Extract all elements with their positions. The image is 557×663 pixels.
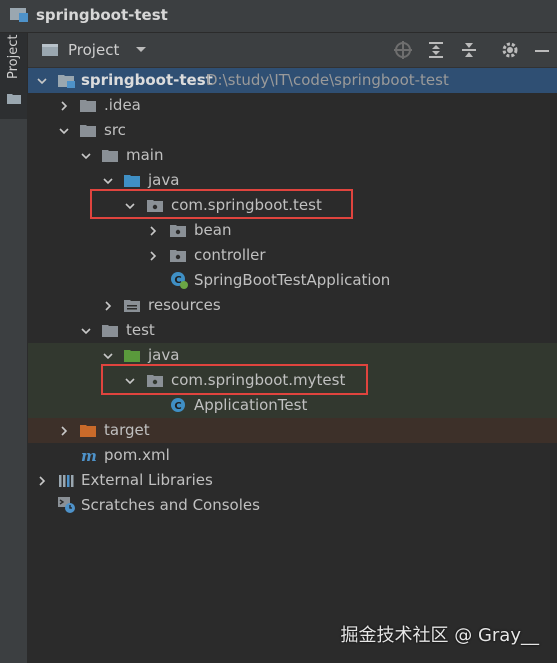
- annotation-box-main-package: [90, 189, 353, 219]
- tree-node-bean[interactable]: bean: [28, 218, 557, 243]
- chevron-down-icon[interactable]: [102, 175, 114, 187]
- chevron-right-icon[interactable]: [147, 250, 159, 262]
- root-name: springboot-test: [81, 71, 213, 89]
- left-tool-strip: Project: [0, 33, 28, 663]
- project-tool-tab-label: Project: [6, 34, 21, 79]
- libraries-icon: [59, 475, 74, 487]
- project-tree: springboot-test D:\study\IT\code\springb…: [28, 68, 557, 663]
- folder-icon: [80, 125, 96, 137]
- tree-node-pom[interactable]: m pom.xml: [28, 443, 557, 468]
- chevron-down-icon[interactable]: [80, 150, 92, 162]
- tree-label-src: src: [104, 121, 126, 139]
- project-toolbar: Project: [28, 33, 557, 68]
- project-view-icon: [42, 44, 58, 56]
- package-icon: [170, 250, 186, 262]
- chevron-down-icon[interactable]: [36, 75, 48, 87]
- tree-label-external-libraries: External Libraries: [81, 471, 213, 489]
- svg-text:C: C: [174, 401, 181, 412]
- tree-label-main-class: SpringBootTestApplication: [194, 271, 391, 289]
- chevron-down-icon[interactable]: [135, 46, 147, 54]
- expand-all-icon[interactable]: [426, 40, 446, 60]
- folder-icon: [102, 150, 118, 162]
- minimize-icon[interactable]: [532, 40, 552, 60]
- tree-node-controller[interactable]: controller: [28, 243, 557, 268]
- svg-text:m: m: [81, 448, 97, 463]
- tree-label-target: target: [104, 421, 150, 439]
- tree-node-root[interactable]: springboot-test D:\study\IT\code\springb…: [28, 68, 557, 93]
- tree-node-src[interactable]: src: [28, 118, 557, 143]
- chevron-right-icon[interactable]: [58, 100, 70, 112]
- annotation-box-test-package: [101, 364, 368, 395]
- project-icon: [10, 8, 28, 22]
- view-selector-label[interactable]: Project: [68, 41, 119, 59]
- chevron-right-icon[interactable]: [147, 225, 159, 237]
- tree-node-main[interactable]: main: [28, 143, 557, 168]
- root-path: D:\study\IT\code\springboot-test: [206, 71, 449, 89]
- test-source-folder-icon: [124, 350, 140, 362]
- tree-node-scratches[interactable]: Scratches and Consoles: [28, 493, 557, 518]
- module-folder-icon: [58, 75, 75, 88]
- chevron-down-icon[interactable]: [58, 125, 70, 137]
- tree-node-resources[interactable]: resources: [28, 293, 557, 318]
- title-bar: springboot-test: [0, 0, 557, 33]
- folder-icon: [102, 325, 118, 337]
- tree-label-idea: .idea: [104, 96, 141, 114]
- collapse-all-icon[interactable]: [459, 40, 479, 60]
- locate-icon[interactable]: [393, 40, 413, 60]
- package-icon: [170, 225, 186, 237]
- chevron-down-icon[interactable]: [102, 350, 114, 362]
- tree-label-test: test: [126, 321, 155, 339]
- tree-label-scratches: Scratches and Consoles: [81, 496, 260, 514]
- tree-node-target[interactable]: target: [28, 418, 557, 443]
- scratches-icon: [58, 497, 75, 513]
- excluded-folder-icon: [80, 425, 96, 437]
- project-panel: Project springboot-test D:\study\IT\code…: [28, 33, 557, 663]
- watermark: 掘金技术社区 @ Gray__: [340, 625, 539, 646]
- tree-label-bean: bean: [194, 221, 232, 239]
- chevron-right-icon[interactable]: [36, 475, 48, 487]
- tree-node-idea[interactable]: .idea: [28, 93, 557, 118]
- tree-node-main-class[interactable]: C SpringBootTestApplication: [28, 268, 557, 293]
- tree-label-test-class: ApplicationTest: [194, 396, 308, 414]
- chevron-right-icon[interactable]: [102, 300, 114, 312]
- gear-icon[interactable]: [500, 40, 520, 60]
- maven-file-icon: m: [81, 448, 97, 463]
- chevron-right-icon[interactable]: [58, 425, 70, 437]
- spring-boot-class-icon: C: [171, 272, 188, 289]
- tree-node-test-class[interactable]: C ApplicationTest: [28, 393, 557, 418]
- tree-node-test[interactable]: test: [28, 318, 557, 343]
- tree-node-external-libraries[interactable]: External Libraries: [28, 468, 557, 493]
- tree-label-main: main: [126, 146, 164, 164]
- source-folder-icon: [124, 175, 140, 187]
- chevron-down-icon[interactable]: [80, 325, 92, 337]
- tree-label-pom: pom.xml: [104, 446, 170, 464]
- folder-icon: [80, 100, 96, 112]
- folder-icon: [7, 94, 21, 104]
- project-tool-tab[interactable]: Project: [0, 33, 27, 119]
- class-icon: C: [171, 398, 185, 412]
- resources-folder-icon: [124, 300, 140, 312]
- tree-label-resources: resources: [148, 296, 221, 314]
- window-title: springboot-test: [36, 6, 168, 24]
- tree-label-controller: controller: [194, 246, 266, 264]
